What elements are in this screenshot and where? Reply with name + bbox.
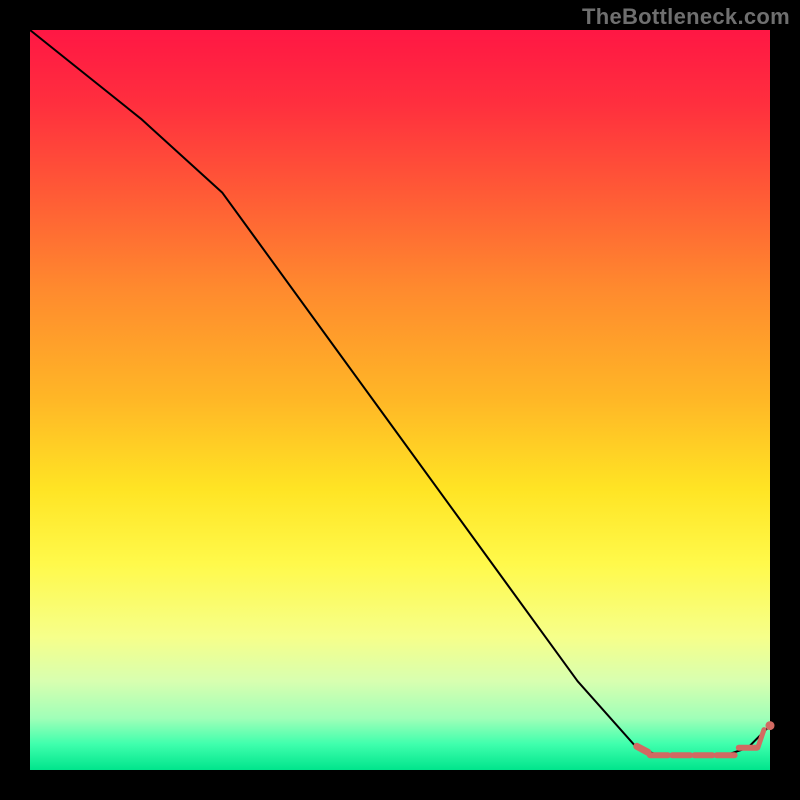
bottleneck-chart <box>0 0 800 800</box>
gradient-background <box>30 30 770 770</box>
plot-area <box>30 30 775 770</box>
chart-stage: TheBottleneck.com <box>0 0 800 800</box>
